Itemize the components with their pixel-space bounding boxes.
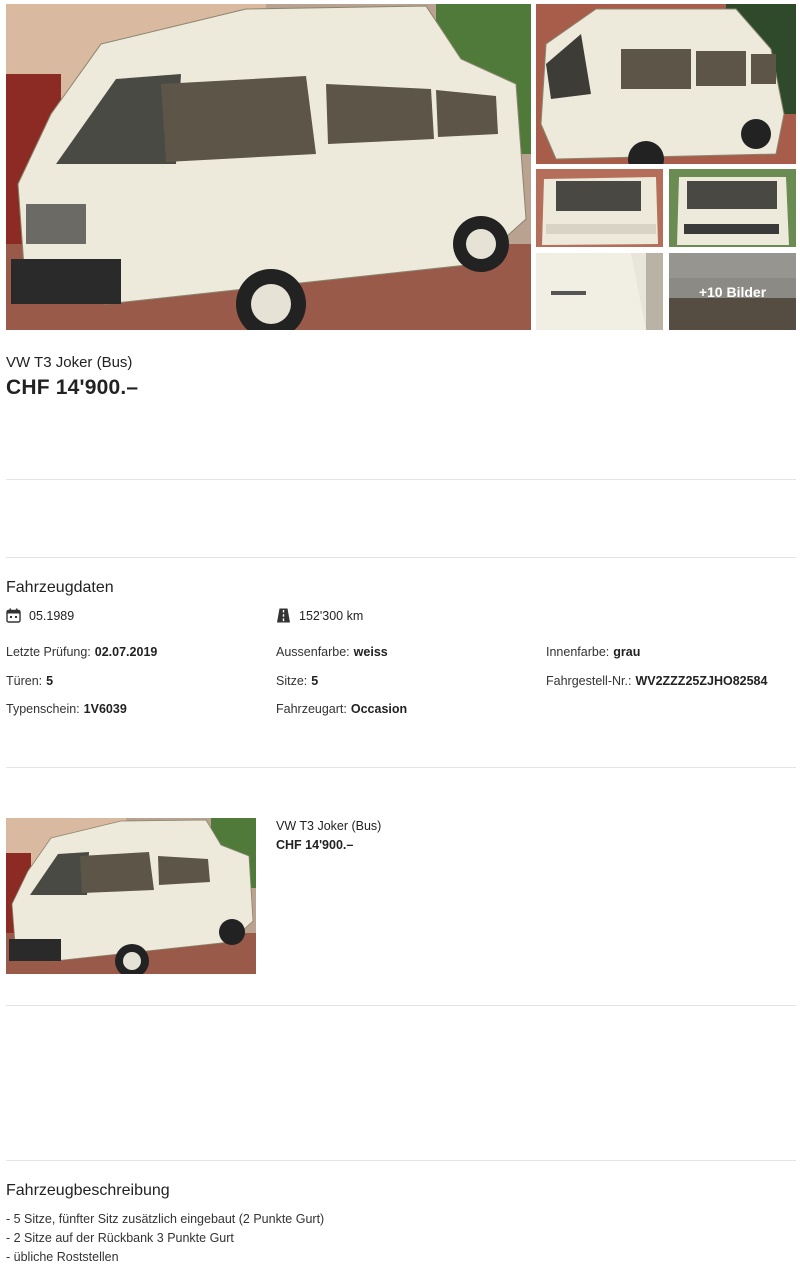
description-heading: Fahrzeugbeschreibung [6,1182,170,1199]
mileage: 152'300 km [276,608,363,623]
thumbnail-photo[interactable] [536,169,663,247]
attr-aussenfarbe: Aussenfarbe: weiss [276,645,388,659]
attr-label: Türen: [6,674,43,688]
description-line: - 2 Sitze auf der Rückbank 3 Punkte Gurt [6,1231,234,1245]
vehicle-data-heading: Fahrzeugdaten [6,579,114,596]
attr-value: 02.07.2019 [94,645,158,659]
attr-label: Innenfarbe: [546,645,610,659]
attr-value: weiss [353,645,388,659]
related-listing-photo[interactable] [6,818,256,974]
attr-sitze: Sitze: 5 [276,674,318,688]
attr-label: Aussenfarbe: [276,645,350,659]
calendar-icon [6,608,21,623]
attr-innenfarbe: Innenfarbe: grau [546,645,640,659]
attr-value: 5 [46,674,54,688]
attr-fahrgestell-nr: Fahrgestell-Nr.: WV2ZZZ25ZJHO82584 [546,674,767,688]
listing-price: CHF 14'900.– [6,376,139,399]
attr-label: Fahrzeugart: [276,702,347,716]
attr-label: Sitze: [276,674,308,688]
attr-fahrzeugart: Fahrzeugart: Occasion [276,702,407,716]
attr-letzte-pruefung: Letzte Prüfung: 02.07.2019 [6,645,157,659]
listing-title: VW T3 Joker (Bus) [6,354,133,371]
thumbnail-photo[interactable] [669,169,796,247]
attr-value: 1V6039 [83,702,127,716]
divider [6,767,796,768]
main-photo[interactable] [6,4,531,330]
description-line: - übliche Roststellen [6,1250,119,1264]
divider [6,1005,796,1006]
related-listing-title[interactable]: VW T3 Joker (Bus) [276,819,381,833]
mileage-value: 152'300 km [299,608,364,623]
attr-value: Occasion [350,702,408,716]
first-registration-value: 05.1989 [29,608,75,623]
road-icon [277,608,290,623]
attr-tueren: Türen: 5 [6,674,53,688]
divider [6,557,796,558]
attr-value: WV2ZZZ25ZJHO82584 [635,674,768,688]
related-listing-price: CHF 14'900.– [276,838,354,852]
more-photos-label[interactable]: +10 Bilder [669,253,796,330]
first-registration: 05.1989 [6,608,74,623]
description-line: - 5 Sitze, fünfter Sitz zusätzlich einge… [6,1212,325,1226]
attr-label: Letzte Prüfung: [6,645,91,659]
thumbnail-photo[interactable] [536,4,796,164]
attr-value: 5 [311,674,319,688]
attr-label: Fahrgestell-Nr.: [546,674,632,688]
more-photos-tile[interactable]: +10 Bilder [669,253,796,330]
attr-value: grau [613,645,641,659]
divider [6,1160,796,1161]
divider [6,479,796,480]
attr-typenschein: Typenschein: 1V6039 [6,702,127,716]
thumbnail-photo[interactable] [536,253,663,330]
attr-label: Typenschein: [6,702,80,716]
